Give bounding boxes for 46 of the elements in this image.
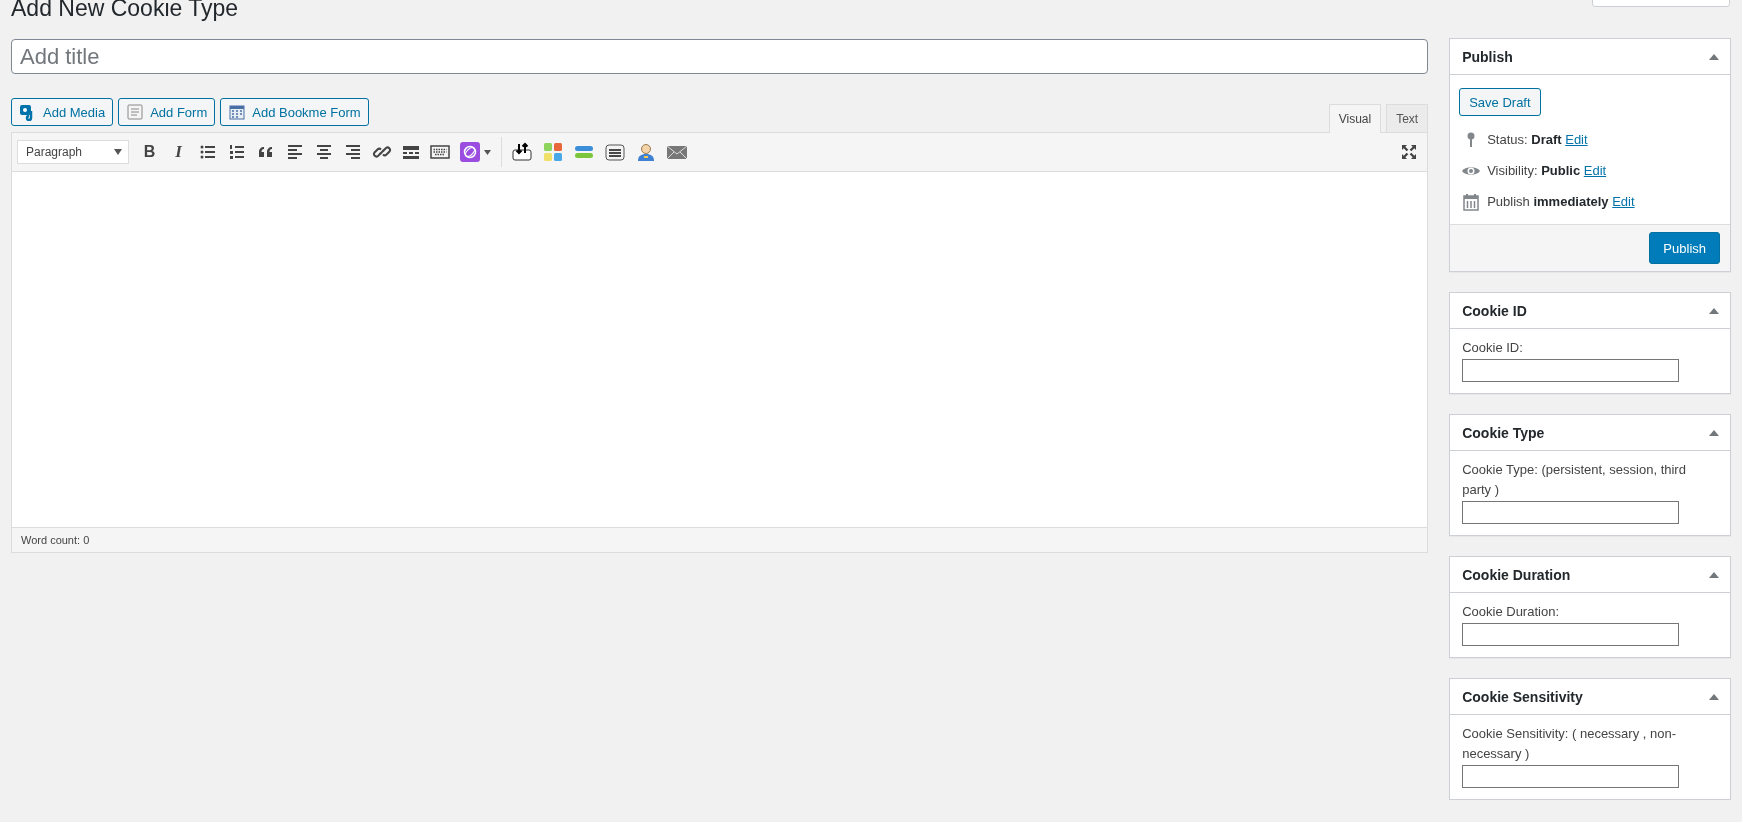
page-title: Add New Cookie Type [11,0,239,20]
list-card-icon[interactable] [603,141,626,163]
collapse-toggle-icon[interactable] [1709,306,1719,315]
field-label: Cookie Duration: [1462,603,1560,621]
form-icon [126,103,145,121]
calendar-icon [1463,192,1480,211]
edit-link[interactable]: Edit [1612,194,1635,209]
save-draft-button[interactable]: Save Draft [1459,88,1541,116]
panel-title: Cookie Duration [1462,566,1571,583]
editor-tab[interactable]: Text [1386,104,1429,132]
input-field[interactable] [1462,765,1680,788]
publish-setting: Visibility: Public Edit [1487,163,1607,178]
field-label: Cookie Sensitivity: ( necessary , non-necessary ) [1462,725,1678,763]
input-field[interactable] [1462,501,1680,524]
panel-title: Cookie Type [1462,424,1545,441]
bold-button[interactable]: B [135,138,164,166]
upload-download-icon[interactable] [510,141,533,163]
media-button[interactable]: Add Bookme Form [220,98,369,126]
collapse-toggle-icon[interactable] [1709,52,1719,61]
word-count: Word count: 0 [21,534,90,546]
edit-link[interactable]: Edit [1583,163,1607,178]
input-field[interactable] [1462,359,1680,382]
collapse-toggle-icon[interactable] [1709,570,1719,579]
colored-tiles-icon[interactable] [541,141,564,163]
italic-button[interactable]: I [164,138,193,166]
publish-setting: Status: Draft Edit [1487,132,1588,147]
publish-setting: Publish immediately Edit [1487,194,1635,209]
input-field[interactable] [1462,623,1680,646]
field-label: Cookie Type: (persistent, session, third party ) [1462,461,1687,499]
panel-title: Cookie Sensitivity [1462,688,1583,705]
collapse-toggle-icon[interactable] [1709,428,1719,437]
edit-link[interactable]: Edit [1565,132,1588,147]
caret-icon [114,149,122,155]
plugin-menu-icon[interactable] [458,140,493,164]
field-label: Cookie ID: [1462,339,1524,357]
calendar-icon [228,103,247,121]
panel-title: Publish [1462,48,1513,65]
media-button[interactable]: Add Media [11,98,114,126]
keyboard-icon[interactable] [429,142,450,162]
media-button[interactable]: Add Form [118,98,216,126]
format-dropdown[interactable]: Paragraph [17,140,129,164]
title-field[interactable]: Add title [11,39,1429,74]
collapse-toggle-icon[interactable] [1709,692,1719,701]
panel-title: Cookie ID [1462,302,1527,319]
editor-tab[interactable]: Visual [1328,104,1382,133]
publish-button[interactable]: Publish [1649,232,1720,264]
